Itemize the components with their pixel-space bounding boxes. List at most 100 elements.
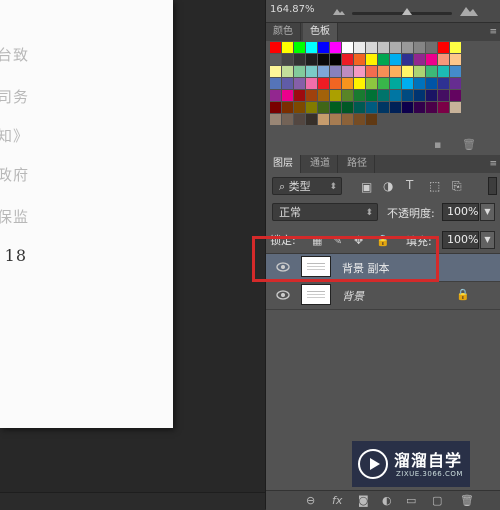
color-swatch[interactable] — [342, 54, 353, 65]
color-swatch[interactable] — [402, 78, 413, 89]
color-swatch[interactable] — [342, 90, 353, 101]
color-swatch[interactable] — [450, 102, 461, 113]
color-swatch[interactable] — [330, 42, 341, 53]
color-swatch[interactable] — [270, 114, 281, 125]
color-swatch[interactable] — [414, 90, 425, 101]
color-swatch[interactable] — [270, 42, 281, 53]
new-swatch-icon[interactable]: ▪ — [434, 138, 441, 151]
color-swatch[interactable] — [426, 102, 437, 113]
color-swatch[interactable] — [330, 66, 341, 77]
color-swatch[interactable] — [330, 114, 341, 125]
color-swatch[interactable] — [378, 90, 389, 101]
color-swatch[interactable] — [354, 102, 365, 113]
color-swatch[interactable] — [438, 90, 449, 101]
color-swatch[interactable] — [378, 78, 389, 89]
color-swatch[interactable] — [378, 42, 389, 53]
color-swatch[interactable] — [306, 102, 317, 113]
color-swatch[interactable] — [306, 54, 317, 65]
color-swatch[interactable] — [282, 54, 293, 65]
color-swatch[interactable] — [294, 114, 305, 125]
color-swatch[interactable] — [270, 66, 281, 77]
color-swatch[interactable] — [450, 54, 461, 65]
color-swatch[interactable] — [354, 78, 365, 89]
filter-type-icon[interactable]: T — [406, 178, 413, 192]
color-swatch[interactable] — [282, 66, 293, 77]
color-swatch[interactable] — [438, 78, 449, 89]
color-swatch[interactable] — [342, 42, 353, 53]
color-swatch[interactable] — [270, 78, 281, 89]
opacity-field[interactable]: 100% — [442, 203, 479, 221]
zoom-out-icon[interactable] — [332, 6, 346, 16]
color-swatch[interactable] — [318, 114, 329, 125]
color-swatch[interactable] — [390, 54, 401, 65]
adjustment-icon[interactable]: ◐ — [382, 494, 392, 507]
filter-pixel-icon[interactable]: ▣ — [361, 180, 372, 194]
fill-dropdown[interactable]: ▼ — [480, 231, 495, 249]
color-swatch[interactable] — [414, 78, 425, 89]
color-swatch[interactable] — [402, 66, 413, 77]
color-swatch[interactable] — [426, 54, 437, 65]
panel-menu-icon[interactable]: ≡ — [489, 159, 497, 169]
color-swatch[interactable] — [366, 114, 377, 125]
document-page[interactable]: 台致 司务 知》 政府 保监 18 — [0, 0, 173, 428]
color-swatch[interactable] — [402, 90, 413, 101]
color-swatch[interactable] — [282, 78, 293, 89]
color-swatch[interactable] — [426, 78, 437, 89]
layer-filter-select[interactable]: ⌕ 类型 ⬍ — [272, 177, 342, 195]
color-swatch[interactable] — [282, 102, 293, 113]
filter-smart-object-icon[interactable]: ⎘ — [452, 179, 462, 194]
zoom-in-icon[interactable] — [459, 4, 479, 17]
filter-adjustment-icon[interactable]: ◑ — [383, 179, 393, 193]
layer-row-background[interactable]: 背景 🔒 — [266, 282, 500, 310]
zoom-slider-handle[interactable] — [402, 8, 412, 15]
color-swatch[interactable] — [342, 114, 353, 125]
tab-paths[interactable]: 路径 — [340, 155, 375, 173]
color-swatch[interactable] — [414, 54, 425, 65]
color-swatch[interactable] — [354, 54, 365, 65]
fx-icon[interactable]: fx — [332, 494, 342, 507]
trash-icon[interactable]: 🗑 — [460, 494, 474, 507]
color-swatch[interactable] — [450, 42, 461, 53]
color-swatch[interactable] — [330, 90, 341, 101]
filter-shape-icon[interactable]: ⬚ — [429, 179, 440, 193]
tab-layers[interactable]: 图层 — [266, 155, 301, 173]
color-swatch[interactable] — [450, 90, 461, 101]
color-swatch[interactable] — [366, 78, 377, 89]
tab-swatches[interactable]: 色板 — [303, 23, 338, 41]
color-swatch[interactable] — [366, 102, 377, 113]
color-swatch[interactable] — [450, 66, 461, 77]
new-layer-icon[interactable]: ▢ — [432, 494, 442, 507]
color-swatch[interactable] — [402, 42, 413, 53]
color-swatch[interactable] — [282, 42, 293, 53]
color-swatch[interactable] — [366, 90, 377, 101]
color-swatch[interactable] — [366, 54, 377, 65]
color-swatch[interactable] — [318, 102, 329, 113]
color-swatch[interactable] — [366, 66, 377, 77]
color-swatch[interactable] — [438, 42, 449, 53]
color-swatch[interactable] — [270, 54, 281, 65]
color-swatch[interactable] — [438, 102, 449, 113]
color-swatch[interactable] — [282, 114, 293, 125]
color-swatch[interactable] — [270, 102, 281, 113]
color-swatch[interactable] — [402, 54, 413, 65]
color-swatch[interactable] — [426, 66, 437, 77]
color-swatch[interactable] — [390, 42, 401, 53]
color-swatch[interactable] — [342, 102, 353, 113]
color-swatch[interactable] — [330, 54, 341, 65]
color-swatch[interactable] — [306, 114, 317, 125]
color-swatch[interactable] — [354, 114, 365, 125]
color-swatch[interactable] — [414, 42, 425, 53]
color-swatch[interactable] — [354, 66, 365, 77]
color-swatch[interactable] — [318, 78, 329, 89]
color-swatch[interactable] — [402, 102, 413, 113]
color-swatch[interactable] — [438, 66, 449, 77]
trash-icon[interactable]: 🗑 — [462, 138, 476, 151]
color-swatch[interactable] — [354, 42, 365, 53]
color-swatch[interactable] — [378, 102, 389, 113]
color-swatch[interactable] — [294, 54, 305, 65]
color-swatch[interactable] — [306, 42, 317, 53]
color-swatch[interactable] — [306, 66, 317, 77]
color-swatch[interactable] — [366, 42, 377, 53]
eye-icon[interactable] — [276, 289, 290, 301]
color-swatch[interactable] — [390, 102, 401, 113]
